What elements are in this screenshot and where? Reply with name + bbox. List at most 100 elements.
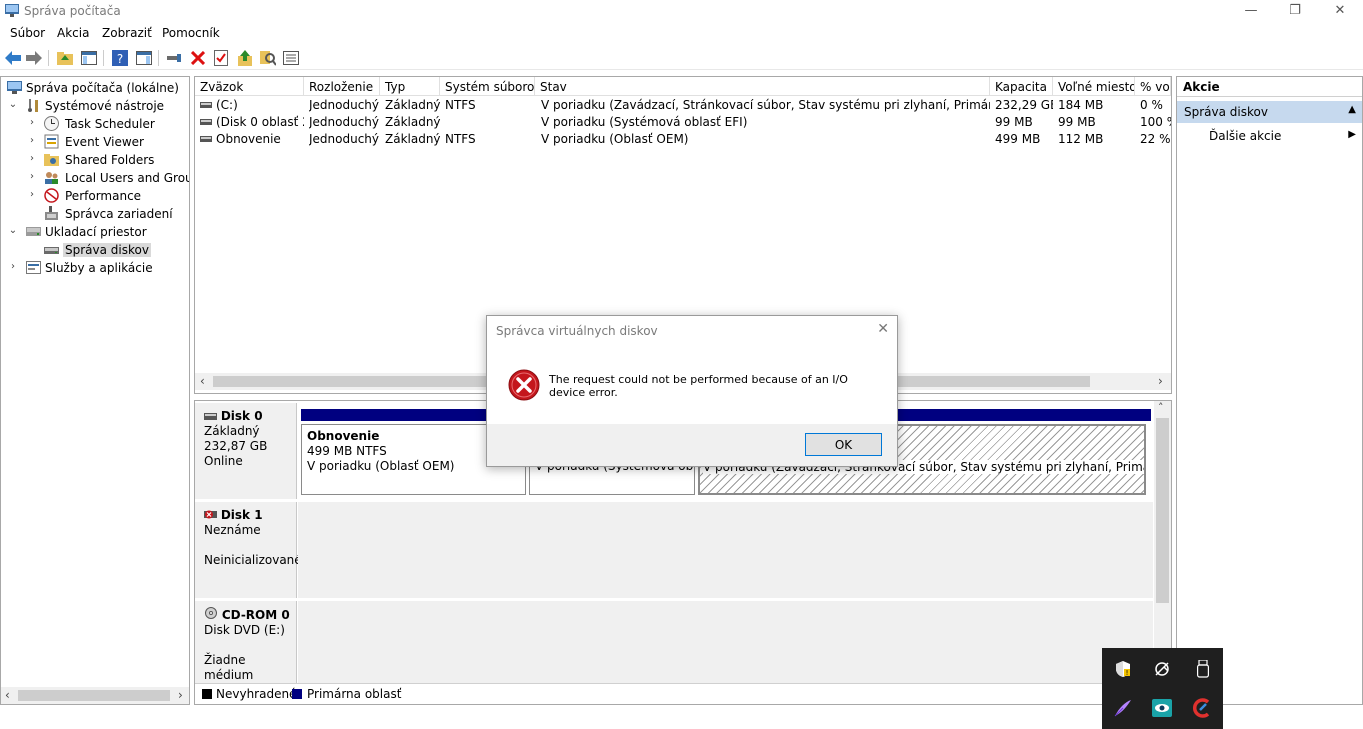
volume-icon	[200, 119, 212, 125]
tree-item-root[interactable]: Správa počítača (lokálne)	[1, 79, 187, 97]
back-icon[interactable]	[4, 49, 22, 67]
find-icon[interactable]	[259, 49, 277, 67]
tree-label: Performance	[65, 189, 142, 203]
collapse-up-icon[interactable]: ▲	[1348, 104, 1356, 115]
column-header-filesystem[interactable]: Systém súborov	[440, 77, 535, 96]
connect-icon[interactable]	[165, 49, 183, 67]
scrollbar-thumb[interactable]	[18, 690, 170, 701]
column-header-capacity[interactable]: Kapacita	[990, 77, 1053, 96]
services-icon	[26, 261, 41, 274]
tree-item-event-viewer[interactable]: › Event Viewer	[1, 133, 187, 151]
legend-unallocated-label: Nevyhradené	[216, 687, 297, 701]
menu-action[interactable]: Akcia	[57, 26, 89, 40]
chevron-right-icon[interactable]: ›	[27, 117, 37, 128]
disk-name: Disk 0	[220, 409, 263, 423]
up-folder-icon[interactable]	[56, 49, 74, 67]
tree-item-device-manager[interactable]: Správca zariadení	[1, 205, 187, 223]
volume-name: (C:)	[216, 98, 238, 112]
column-header-free-space[interactable]: Voľné miesto	[1053, 77, 1135, 96]
volume-free: 99 MB	[1058, 115, 1096, 129]
chevron-down-icon[interactable]: ⌄	[8, 225, 18, 236]
tree-label: Správa počítača (lokálne)	[26, 81, 179, 95]
show-hide-console-tree-icon[interactable]	[80, 49, 98, 67]
section-label: Správa diskov	[1184, 105, 1268, 119]
scroll-left-icon[interactable]: ‹	[5, 688, 10, 702]
column-header-layout[interactable]: Rozloženie	[304, 77, 380, 96]
disk-0-label[interactable]: Disk 0 Základný 232,87 GB Online	[195, 403, 297, 499]
column-header-status[interactable]: Stav	[535, 77, 990, 96]
tree-item-local-users[interactable]: › Local Users and Groups	[1, 169, 189, 187]
menu-view[interactable]: Zobraziť	[102, 26, 152, 40]
forward-icon[interactable]	[25, 49, 43, 67]
tree-item-storage[interactable]: ⌄ Ukladací priestor	[1, 223, 187, 241]
view-icon[interactable]	[282, 49, 300, 67]
volume-percent-free: 100 %	[1140, 115, 1171, 129]
scroll-left-icon[interactable]: ‹	[200, 374, 205, 388]
dialog-title: Správca virtuálnych diskov	[496, 324, 658, 338]
windows-security-icon[interactable]: !	[1111, 657, 1135, 681]
tree-item-disk-management[interactable]: Správa diskov	[1, 241, 187, 259]
cdrom-label[interactable]: CD-ROM 0 Disk DVD (E:) Žiadne médium	[195, 601, 297, 683]
error-dialog: Správca virtuálnych diskov ✕ The request…	[486, 315, 898, 467]
actions-section-disk-management[interactable]: Správa diskov ▲	[1177, 101, 1362, 123]
help-icon[interactable]: ?	[111, 49, 129, 67]
column-header-type[interactable]: Typ	[380, 77, 440, 96]
tree-horizontal-scrollbar[interactable]: ‹ ›	[1, 687, 189, 704]
scroll-right-icon[interactable]: ›	[178, 688, 183, 702]
export-icon[interactable]	[236, 49, 254, 67]
window-title: Správa počítača	[24, 4, 121, 18]
disk-type: Základný	[204, 424, 260, 438]
tree-item-services[interactable]: › Služby a aplikácie	[1, 259, 187, 277]
chevron-right-icon[interactable]: ›	[27, 135, 37, 146]
pen-app-icon[interactable]	[1111, 696, 1135, 720]
tree-label: Systémové nástroje	[45, 99, 165, 113]
disk-1-label[interactable]: Disk 1 Neznáme Neinicializované	[195, 502, 302, 598]
show-hide-action-pane-icon[interactable]	[135, 49, 153, 67]
restore-button[interactable]: ❐	[1272, 0, 1318, 23]
title-bar: Správa počítača — ❐ ✕	[0, 0, 1363, 23]
action-label: Ďalšie akcie	[1209, 129, 1282, 143]
disk-type: Neznáme	[204, 523, 261, 537]
tray-overflow-panel: !	[1102, 648, 1223, 729]
tree-item-performance[interactable]: › Performance	[1, 187, 187, 205]
tree-item-system-tools[interactable]: ⌄ Systémové nástroje	[1, 97, 187, 115]
toolbar: ?	[0, 46, 1363, 70]
scroll-up-icon[interactable]: ˄	[1158, 401, 1164, 414]
usb-device-icon[interactable]	[1191, 657, 1215, 681]
properties-icon[interactable]	[212, 49, 230, 67]
menu-help[interactable]: Pomocník	[162, 26, 220, 40]
tree-item-task-scheduler[interactable]: › Task Scheduler	[1, 115, 187, 133]
tree-item-shared-folders[interactable]: › Shared Folders	[1, 151, 187, 169]
tree-label: Local Users and Groups	[65, 171, 189, 185]
volume-layout: Jednoduchý	[309, 115, 380, 129]
ccleaner-icon[interactable]	[1190, 696, 1214, 720]
chevron-down-icon[interactable]: ⌄	[8, 99, 18, 110]
ok-button[interactable]: OK	[805, 433, 882, 456]
column-header-volume[interactable]: Zväzok	[195, 77, 304, 96]
scrollbar-thumb[interactable]	[1156, 418, 1169, 603]
dialog-close-button[interactable]: ✕	[877, 321, 889, 337]
network-disconnected-icon[interactable]	[1150, 657, 1174, 681]
tree-label: Služby a aplikácie	[45, 261, 153, 275]
eye-app-icon[interactable]	[1150, 696, 1174, 720]
chevron-right-icon[interactable]: ›	[27, 189, 37, 200]
disk-view-vertical-scrollbar[interactable]: ˄	[1154, 401, 1171, 685]
menu-file[interactable]: Súbor	[10, 26, 45, 40]
close-button[interactable]: ✕	[1317, 0, 1363, 23]
tree-label: Task Scheduler	[65, 117, 155, 131]
chevron-right-icon[interactable]: ›	[8, 261, 18, 272]
minimize-button[interactable]: —	[1228, 0, 1274, 23]
console-tree: Správa počítača (lokálne) ⌄ Systémové ná…	[0, 76, 190, 705]
scroll-right-icon[interactable]: ›	[1158, 374, 1163, 388]
disk-name: Disk 1	[220, 508, 263, 522]
column-header-percent-free[interactable]: % voľ	[1135, 77, 1171, 96]
volume-capacity: 99 MB	[995, 115, 1033, 129]
chevron-right-icon[interactable]: ›	[27, 171, 37, 182]
delete-icon[interactable]	[189, 49, 207, 67]
action-more-actions[interactable]: Ďalšie akcie ▶	[1177, 126, 1362, 146]
menu-bar: Súbor Akcia Zobraziť Pomocník	[0, 23, 1363, 45]
device-manager-icon	[45, 206, 58, 220]
volume-type: Základný	[385, 132, 441, 146]
disk-name: CD-ROM 0	[221, 608, 290, 622]
chevron-right-icon[interactable]: ›	[27, 153, 37, 164]
